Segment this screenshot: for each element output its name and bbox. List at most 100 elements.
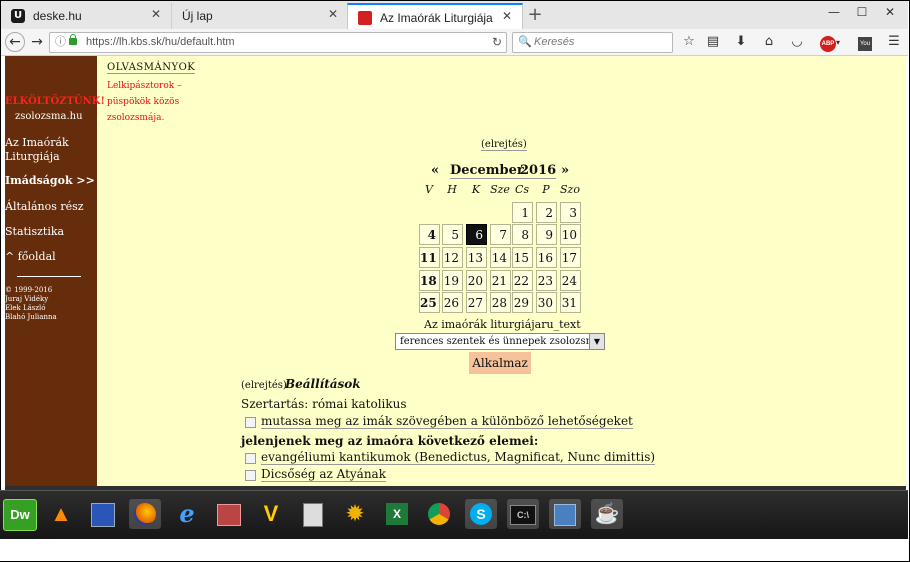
calendar-day[interactable]: 24: [560, 270, 581, 291]
maximize-icon[interactable]: ☐: [848, 2, 876, 24]
minimize-icon[interactable]: —: [820, 2, 848, 24]
calendar-day[interactable]: 23: [536, 270, 557, 291]
taskbar: Dw ▲ e V ✹ X S C:\ ☕: [0, 490, 908, 539]
readings-link[interactable]: OLVASMÁNYOK: [107, 62, 196, 74]
close-icon[interactable]: ✕: [149, 7, 163, 21]
sidebar-item-home[interactable]: ^ főoldal: [5, 250, 97, 264]
close-icon[interactable]: ✕: [326, 7, 340, 21]
site-link[interactable]: zsolozsma.hu: [15, 111, 83, 122]
calendar-day[interactable]: 4: [419, 224, 440, 245]
dreamweaver-icon[interactable]: Dw: [3, 499, 37, 531]
calendar-day[interactable]: 14: [490, 247, 511, 268]
tab-new[interactable]: Új lap ✕: [171, 3, 347, 29]
vectorian-icon[interactable]: V: [255, 499, 287, 529]
weekday-header: Szo: [560, 183, 580, 196]
url-bar[interactable]: ⓘ https://lh.kbs.sk/hu/default.htm ↻: [49, 32, 507, 53]
calendar-day[interactable]: 18: [419, 270, 440, 291]
month-link[interactable]: December: [450, 163, 524, 179]
save-disk-icon[interactable]: [87, 499, 119, 529]
calendar-day[interactable]: 7: [490, 224, 511, 245]
pocket-icon[interactable]: ◡: [788, 33, 806, 51]
chrome-icon[interactable]: [423, 499, 455, 529]
java-icon[interactable]: ☕: [591, 499, 623, 529]
tab-title: deske.hu: [33, 9, 82, 23]
calendar-day[interactable]: 8: [512, 224, 533, 245]
calculator-icon[interactable]: [297, 499, 329, 529]
canticles-label[interactable]: evangéliumi kantikumok (Benedictus, Magn…: [261, 450, 656, 465]
close-window-icon[interactable]: ✕: [876, 2, 904, 24]
canticles-checkbox[interactable]: [245, 453, 256, 464]
dropdown-arrow-icon[interactable]: ▼: [589, 334, 604, 349]
home-icon[interactable]: ⌂: [760, 33, 778, 51]
calendar-day[interactable]: 22: [512, 270, 533, 291]
youtube-icon[interactable]: You: [856, 33, 874, 51]
navigation-toolbar: ← → ⓘ https://lh.kbs.sk/hu/default.htm ↻…: [1, 29, 908, 56]
download-icon[interactable]: ⬇: [732, 33, 750, 51]
show-options-label[interactable]: mutassa meg az imák szövegében a különbö…: [261, 414, 633, 429]
liturgy-select[interactable]: ferences szentek és ünnepek zsolozsmája …: [395, 333, 605, 350]
calendar-day[interactable]: 19: [442, 270, 463, 291]
excel-icon[interactable]: X: [381, 499, 413, 529]
calendar-day[interactable]: 10: [560, 224, 581, 245]
sidebar-item-general[interactable]: Általános rész: [5, 200, 97, 214]
calendar-day[interactable]: 5: [442, 224, 463, 245]
calendar-day[interactable]: 13: [466, 247, 487, 268]
adblock-plus-icon[interactable]: ABP ▾: [816, 33, 844, 52]
glory-be-label[interactable]: Dicsőség az Atyának: [261, 467, 386, 482]
vlc-icon[interactable]: ▲: [45, 499, 77, 529]
calendar-day[interactable]: 21: [490, 270, 511, 291]
new-tab-button[interactable]: +: [525, 5, 545, 25]
reading-list-icon[interactable]: ▤: [704, 33, 722, 51]
tab-deske[interactable]: U deske.hu ✕: [1, 3, 171, 29]
reload-icon[interactable]: ↻: [492, 33, 502, 52]
search-input[interactable]: 🔍 Keresés: [512, 32, 673, 53]
sidebar-divider: [17, 276, 81, 277]
calendar-day[interactable]: 17: [560, 247, 581, 268]
bug-icon[interactable]: ✹: [339, 499, 371, 529]
next-month-link[interactable]: »: [561, 163, 569, 178]
sidebar-item-prayers[interactable]: Imádságok >>: [5, 174, 97, 188]
calendar-day[interactable]: 15: [512, 247, 533, 268]
copyright-line: Elek László: [5, 304, 46, 312]
calendar-day[interactable]: 30: [536, 292, 557, 313]
settings-hide-link[interactable]: (elrejtés): [241, 380, 287, 391]
menu-icon[interactable]: ☰: [885, 33, 903, 51]
calendar-hide-link[interactable]: (elrejtés): [481, 139, 527, 151]
lock-icon: [69, 34, 77, 45]
calendar-day[interactable]: 12: [442, 247, 463, 268]
terminal-icon[interactable]: C:\: [507, 499, 539, 529]
calendar-day[interactable]: 6: [466, 224, 487, 245]
info-icon[interactable]: ⓘ: [55, 33, 66, 52]
calendar-day[interactable]: 26: [442, 292, 463, 313]
sidebar-item-statistics[interactable]: Statisztika: [5, 225, 97, 239]
calendar-day[interactable]: 27: [466, 292, 487, 313]
skype-icon[interactable]: S: [465, 499, 497, 529]
calendar-day[interactable]: 16: [536, 247, 557, 268]
forward-icon[interactable]: →: [28, 33, 46, 51]
filmstrip-icon[interactable]: [213, 499, 245, 529]
show-options-checkbox[interactable]: [245, 417, 256, 428]
calendar-day[interactable]: 2: [536, 202, 557, 223]
calendar-day[interactable]: 31: [560, 292, 581, 313]
calendar-day[interactable]: 28: [490, 292, 511, 313]
back-icon[interactable]: ←: [5, 32, 25, 52]
tab-imaorak[interactable]: Az Imaórák Liturgiája ✕: [347, 3, 523, 29]
calendar-day[interactable]: 9: [536, 224, 557, 245]
calendar-day[interactable]: 20: [466, 270, 487, 291]
year-link[interactable]: 2016: [520, 163, 557, 179]
weekday-header: Sze: [490, 183, 510, 196]
glory-be-checkbox[interactable]: [245, 470, 256, 481]
bookmark-star-icon[interactable]: ☆: [680, 33, 698, 51]
close-icon[interactable]: ✕: [500, 9, 514, 23]
calendar-day[interactable]: 1: [512, 202, 533, 223]
calendar-day[interactable]: 25: [419, 292, 440, 313]
apply-button[interactable]: Alkalmaz: [469, 352, 531, 374]
calendar-day[interactable]: 29: [512, 292, 533, 313]
prev-month-link[interactable]: «: [431, 163, 439, 178]
internet-explorer-icon[interactable]: e: [171, 499, 203, 529]
firefox-icon[interactable]: [129, 499, 161, 529]
sidebar-item-liturgy[interactable]: Az Imaórák Liturgiája: [5, 136, 97, 164]
network-icon[interactable]: [549, 499, 581, 529]
calendar-day[interactable]: 3: [560, 202, 581, 223]
calendar-day[interactable]: 11: [419, 247, 440, 268]
